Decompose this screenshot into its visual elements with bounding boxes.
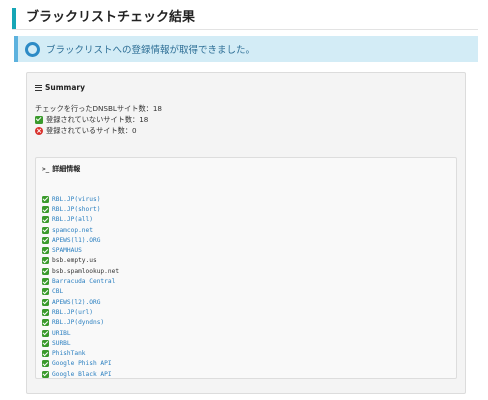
- check-icon: [42, 195, 49, 203]
- page-title: ブラックリストチェック結果: [12, 8, 478, 30]
- list-item: SPAMHAUS: [42, 245, 119, 255]
- dnsbl-link[interactable]: SPAMHAUS: [52, 247, 82, 254]
- total-count: チェックを行ったDNSBLサイト数：18: [35, 103, 162, 114]
- dnsbl-link[interactable]: CBL: [52, 288, 63, 295]
- detail-heading: >_ 詳細情報: [42, 164, 80, 174]
- list-item: Google Black API: [42, 369, 119, 379]
- list-item: bsb.empty.us: [42, 256, 119, 266]
- check-icon: [42, 339, 49, 347]
- listed-label: 登録されているサイト数：0: [46, 126, 137, 135]
- check-icon: [42, 216, 49, 224]
- dnsbl-link[interactable]: URIBL: [52, 330, 71, 337]
- circle-info-icon: [25, 41, 40, 57]
- check-icon: [42, 288, 49, 296]
- success-notice: ブラックリストへの登録情報が取得できました。: [14, 36, 478, 62]
- result-panel: Summary チェックを行ったDNSBLサイト数：18 登録されていないサイト…: [26, 72, 466, 394]
- terminal-icon: >_: [42, 165, 50, 173]
- check-icon: [42, 350, 49, 358]
- check-icon: [42, 205, 49, 213]
- dnsbl-link[interactable]: RBL.JP(url): [52, 309, 93, 316]
- detail-heading-label: 詳細情報: [52, 165, 81, 173]
- x-circle-icon: ×: [35, 126, 43, 135]
- dnsbl-link[interactable]: RBL.JP(virus): [52, 196, 100, 203]
- check-icon: [42, 278, 49, 286]
- dnsbl-link[interactable]: spamcop.net: [52, 227, 93, 234]
- list-item: CBL: [42, 287, 119, 297]
- list-item: RBL.JP(dyndns): [42, 318, 119, 328]
- summary-stats: チェックを行ったDNSBLサイト数：18 登録されていないサイト数：18 × 登…: [35, 103, 162, 136]
- check-icon: [42, 298, 49, 306]
- check-icon: [42, 226, 49, 234]
- list-item: bsb.spamlookup.net: [42, 266, 119, 276]
- dnsbl-name: bsb.empty.us: [52, 257, 97, 265]
- list-item: APEWS(l2).ORG: [42, 297, 119, 307]
- title-divider: [12, 29, 478, 30]
- list-item: URIBL: [42, 328, 119, 338]
- list-item: PhishTank: [42, 348, 119, 358]
- list-item: RBL.JP(url): [42, 307, 119, 317]
- dnsbl-link[interactable]: SURBL: [52, 340, 71, 347]
- list-item: SURBL: [42, 338, 119, 348]
- dnsbl-name: bsb.spamlookup.net: [52, 267, 120, 275]
- notice-message: ブラックリストへの登録情報が取得できました。: [46, 45, 256, 56]
- check-icon: [42, 308, 49, 316]
- dnsbl-link[interactable]: Google Black API: [52, 371, 112, 378]
- dnsbl-link[interactable]: Barracuda Central: [52, 278, 115, 285]
- list-item: Barracuda Central: [42, 276, 119, 286]
- list-item: RBL.JP(short): [42, 204, 119, 214]
- list-item: RBL.JP(virus): [42, 194, 119, 204]
- check-icon: [42, 329, 49, 337]
- check-icon: [42, 360, 49, 368]
- list-item: APEWS(l1).ORG: [42, 235, 119, 245]
- dnsbl-link[interactable]: RBL.JP(short): [52, 206, 100, 213]
- list-item: RBL.JP(all): [42, 215, 119, 225]
- dnsbl-link[interactable]: APEWS(l1).ORG: [52, 237, 100, 244]
- dnsbl-link[interactable]: APEWS(l2).ORG: [52, 299, 100, 306]
- check-icon: [35, 115, 43, 124]
- check-icon: [42, 319, 49, 327]
- dnsbl-list: RBL.JP(virus) RBL.JP(short) RBL.JP(all) spa…: [42, 194, 119, 379]
- listed-count: × 登録されているサイト数：0: [35, 125, 162, 136]
- not-listed-count: 登録されていないサイト数：18: [35, 114, 162, 125]
- dnsbl-link[interactable]: RBL.JP(all): [52, 216, 93, 223]
- total-count-label: チェックを行ったDNSBLサイト数：18: [35, 104, 162, 113]
- summary-heading-label: Summary: [45, 83, 86, 92]
- check-icon: [42, 370, 49, 378]
- list-item: spamcop.net: [42, 225, 119, 235]
- check-icon: [42, 236, 49, 244]
- summary-heading: Summary: [35, 83, 85, 92]
- dnsbl-link[interactable]: RBL.JP(dyndns): [52, 319, 104, 326]
- list-icon: [35, 84, 42, 91]
- not-listed-label: 登録されていないサイト数：18: [46, 115, 149, 124]
- detail-box: >_ 詳細情報 RBL.JP(virus) RBL.JP(short) RBL.JP…: [35, 157, 457, 379]
- list-item: Google Phish API: [42, 359, 119, 369]
- check-icon: [42, 257, 49, 265]
- check-icon: [42, 267, 49, 275]
- dnsbl-link[interactable]: Google Phish API: [52, 360, 112, 367]
- dnsbl-link[interactable]: PhishTank: [52, 350, 86, 357]
- check-icon: [42, 247, 49, 255]
